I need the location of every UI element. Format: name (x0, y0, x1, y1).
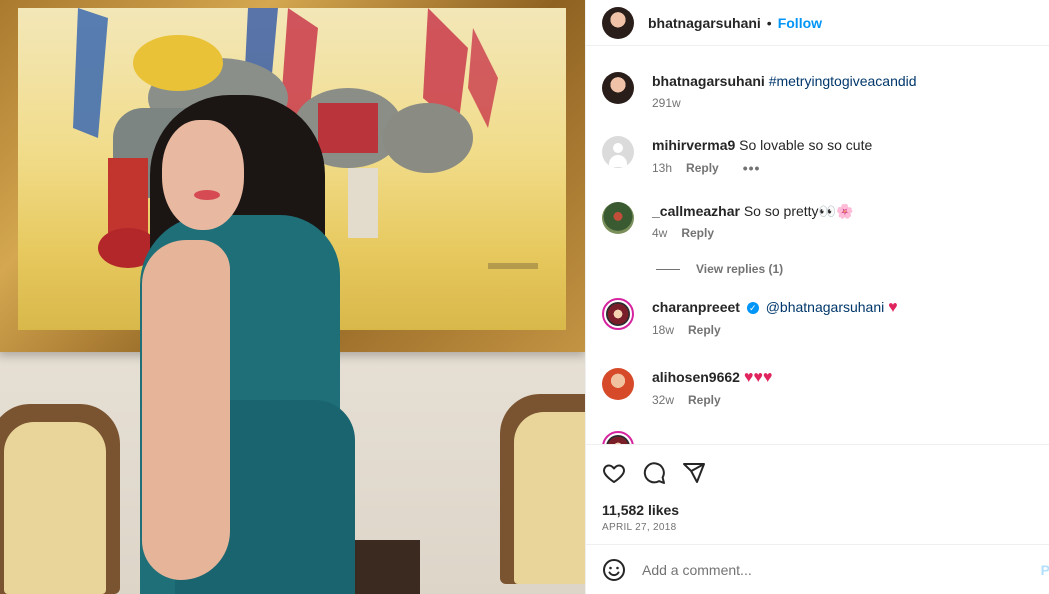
view-replies-button[interactable]: View replies (1) (656, 262, 783, 276)
reply-button[interactable]: Reply (681, 226, 714, 240)
comment-item: mihirverma9 So lovable so so cute 13h Re… (602, 136, 872, 176)
comment-time: 4w (652, 226, 668, 240)
comment-username[interactable]: mihirverma9 (652, 137, 735, 153)
likes-count[interactable]: 11,582 likes (602, 502, 679, 518)
reply-button[interactable]: Reply (688, 323, 721, 337)
comment-username[interactable]: _callmeazhar (652, 203, 740, 219)
right-chair (500, 394, 585, 584)
comment-text: So lovable so so cute (739, 137, 873, 153)
share-icon[interactable] (682, 461, 706, 485)
commenter-avatar-story[interactable] (602, 298, 634, 330)
comment-item: alihosen9662 ♥♥♥ 32w Reply (602, 368, 772, 407)
comment-icon[interactable] (642, 461, 666, 485)
caption-username[interactable]: bhatnagarsuhani (652, 73, 765, 89)
comment-username[interactable]: charanpreeet (652, 299, 740, 315)
caption-hashtag[interactable]: #metryingtogiveacandid (769, 73, 917, 89)
commenter-avatar-story[interactable] (602, 431, 634, 444)
header-separator: • (766, 14, 772, 31)
comment-item-partial (602, 431, 634, 444)
post-photo[interactable] (0, 0, 585, 594)
commenter-avatar[interactable] (602, 136, 634, 168)
caption-avatar[interactable] (602, 72, 634, 104)
author-avatar[interactable] (602, 6, 634, 39)
commenter-avatar[interactable] (602, 368, 634, 400)
heart-icon[interactable] (602, 461, 626, 485)
comment-item: _callmeazhar So so pretty👀🌸 4w Reply (602, 202, 853, 240)
emoji-icon[interactable] (602, 558, 626, 582)
person-face (162, 120, 244, 230)
comment-time: 18w (652, 323, 675, 337)
comment-mention[interactable]: @bhatnagarsuhani (766, 299, 885, 315)
comment-time: 13h (652, 161, 673, 175)
post-modal: bhatnagarsuhani • Follow bhatnagarsuhani… (0, 0, 1049, 594)
left-chair (0, 404, 120, 594)
person-lips (194, 190, 220, 200)
reply-button[interactable]: Reply (686, 161, 719, 175)
view-replies-line (656, 268, 680, 270)
comment-time: 32w (652, 393, 675, 407)
caption-time: 291w (652, 96, 681, 110)
post-date: APRIL 27, 2018 (602, 522, 677, 533)
reply-button[interactable]: Reply (688, 393, 721, 407)
author-username[interactable]: bhatnagarsuhani (648, 15, 761, 31)
comment-input[interactable] (642, 561, 1002, 578)
person-arm (142, 240, 230, 580)
follow-button[interactable]: Follow (778, 15, 822, 31)
post-actions: 11,582 likes APRIL 27, 2018 (586, 444, 1049, 544)
comment-username[interactable]: alihosen9662 (652, 369, 740, 385)
comments-list[interactable]: bhatnagarsuhani #metryingtogiveacandid 2… (586, 46, 1049, 444)
comment-item: charanpreeet ✓ @bhatnagarsuhani ♥ 18w Re… (602, 298, 898, 337)
comment-text: So so pretty👀🌸 (743, 203, 854, 219)
heart-emoji-icon: ♥♥♥ (743, 369, 773, 386)
post-header: bhatnagarsuhani • Follow (586, 0, 1049, 46)
heart-emoji-icon: ♥ (888, 299, 898, 316)
verified-icon: ✓ (746, 302, 759, 315)
add-comment-bar: P (586, 544, 1049, 594)
post-comment-button[interactable]: P (1041, 562, 1049, 578)
post-side-panel: bhatnagarsuhani • Follow bhatnagarsuhani… (585, 0, 1049, 594)
commenter-avatar[interactable] (602, 202, 634, 234)
caption: bhatnagarsuhani #metryingtogiveacandid 2… (602, 72, 917, 110)
more-options-icon[interactable]: ••• (743, 160, 761, 176)
view-replies-label: View replies (1) (696, 262, 784, 276)
